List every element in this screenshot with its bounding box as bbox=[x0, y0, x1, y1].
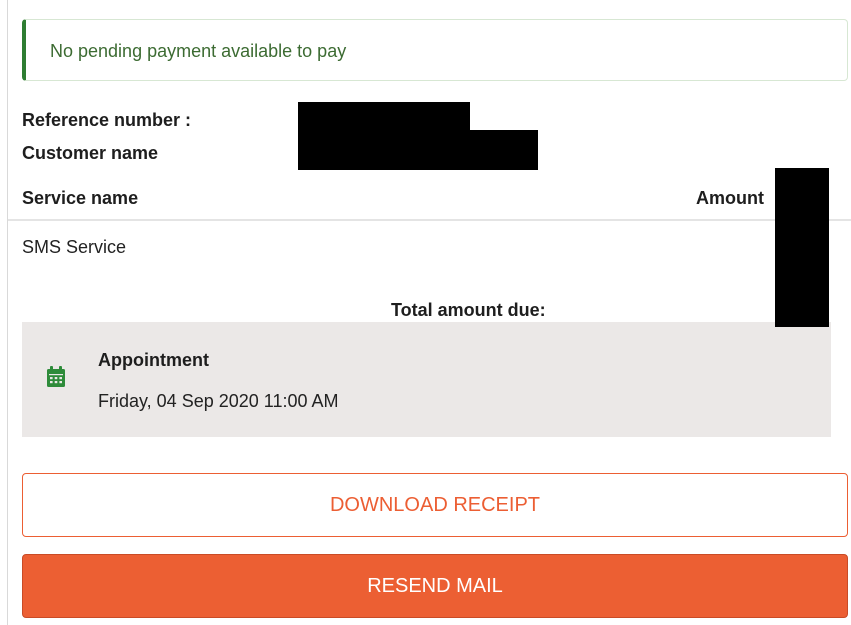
redacted-customer-name bbox=[298, 130, 538, 170]
redacted-amount bbox=[775, 168, 829, 327]
container-border bbox=[7, 0, 8, 625]
table-header-divider bbox=[8, 219, 851, 221]
appointment-card: Appointment Friday, 04 Sep 2020 11:00 AM bbox=[22, 322, 831, 437]
total-amount-label: Total amount due: bbox=[391, 300, 546, 320]
download-receipt-button[interactable]: DOWNLOAD RECEIPT bbox=[22, 473, 848, 537]
amount-header: Amount bbox=[696, 188, 764, 208]
appointment-title: Appointment bbox=[98, 350, 209, 370]
service-row-name: SMS Service bbox=[22, 237, 127, 257]
alert-message: No pending payment available to pay bbox=[50, 41, 347, 61]
customer-name-label: Customer name bbox=[22, 143, 159, 163]
service-name-header: Service name bbox=[22, 188, 139, 208]
appointment-datetime: Friday, 04 Sep 2020 11:00 AM bbox=[98, 391, 339, 411]
redacted-reference-number bbox=[298, 102, 470, 132]
reference-number-label: Reference number : bbox=[22, 110, 192, 130]
info-alert: No pending payment available to pay bbox=[22, 19, 848, 81]
resend-mail-button[interactable]: RESEND MAIL bbox=[22, 554, 848, 618]
calendar-icon bbox=[47, 366, 65, 387]
